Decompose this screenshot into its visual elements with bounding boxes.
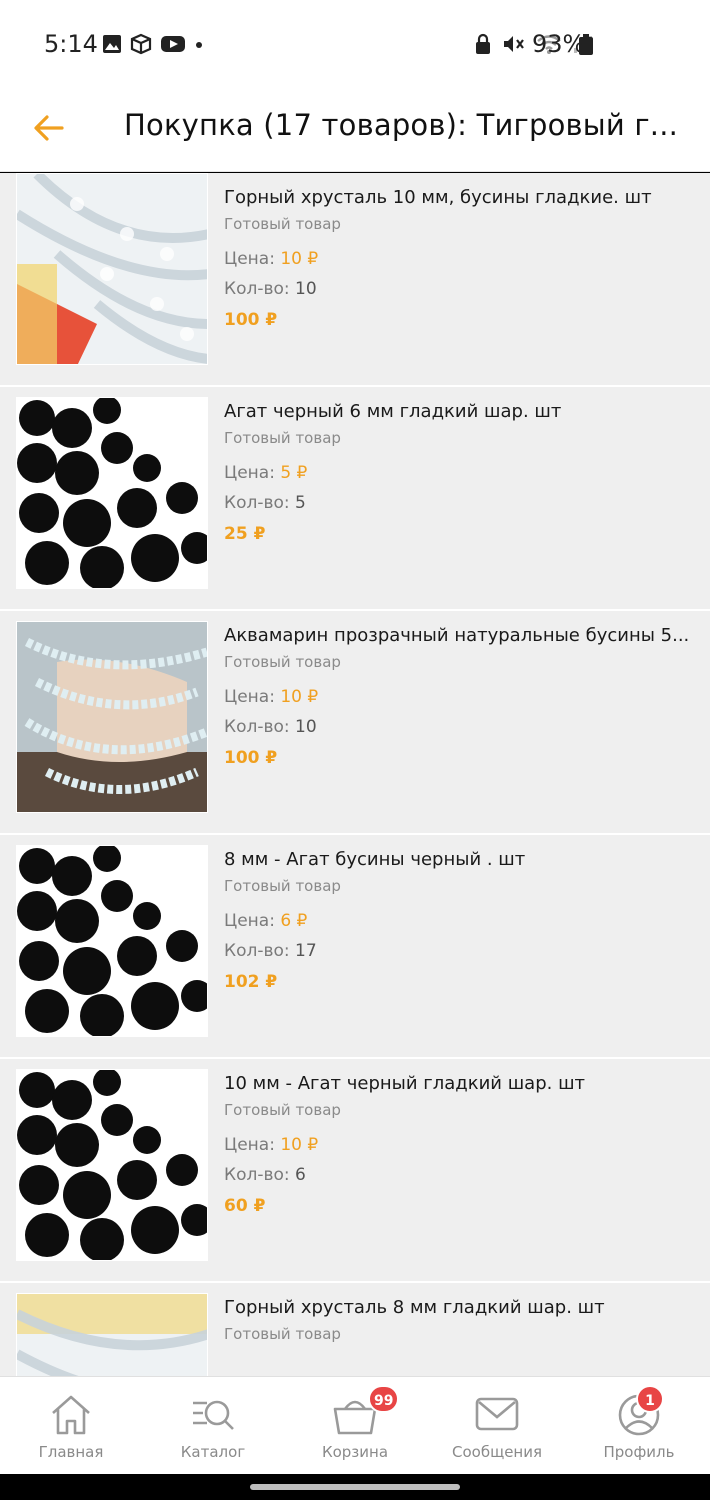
- product-image: [16, 173, 208, 365]
- profile-badge: 1: [636, 1385, 664, 1413]
- price-row: Цена: 5 ₽: [224, 458, 690, 488]
- dot-icon: [196, 42, 202, 48]
- tab-label: Сообщения: [451, 1443, 542, 1461]
- tab-label: Корзина: [321, 1443, 389, 1461]
- home-gesture-handle[interactable]: [250, 1484, 460, 1490]
- purchase-items-list[interactable]: Горный хрусталь 10 мм, бусины гладкие. ш…: [0, 173, 710, 1376]
- product-image: [16, 621, 208, 813]
- tab-label: Главная: [38, 1443, 104, 1461]
- price-value: 10 ₽: [280, 687, 319, 707]
- item-total: 100 ₽: [224, 748, 278, 768]
- price-label: Цена:: [224, 687, 275, 707]
- tab-profile[interactable]: 1 Профиль: [568, 1377, 710, 1474]
- tab-label: Профиль: [603, 1443, 675, 1461]
- status-bar: 5:14 93%: [0, 0, 710, 88]
- product-status: Готовый товар: [224, 215, 341, 233]
- price-value: 5 ₽: [280, 463, 308, 483]
- qty-row: Кол-во: 17: [224, 936, 690, 966]
- qty-value: 17: [295, 941, 317, 961]
- list-item[interactable]: Агат черный 6 мм гладкий шар. шт Готовый…: [0, 387, 710, 611]
- product-image: [16, 1069, 208, 1261]
- product-name: 10 мм - Агат черный гладкий шар. шт: [224, 1073, 586, 1094]
- price-row: Цена: 10 ₽: [224, 244, 690, 274]
- cart-badge: 99: [368, 1385, 400, 1413]
- status-time: 5:14: [44, 30, 98, 58]
- tab-cart[interactable]: 99 Корзина: [284, 1377, 426, 1474]
- back-button[interactable]: [28, 106, 72, 150]
- qty-value: 5: [295, 493, 306, 513]
- product-image: [16, 845, 208, 1037]
- qty-label: Кол-во:: [224, 1165, 290, 1185]
- tab-messages[interactable]: Сообщения: [426, 1377, 568, 1474]
- product-name: Агат черный 6 мм гладкий шар. шт: [224, 401, 562, 422]
- item-total: 102 ₽: [224, 972, 278, 992]
- product-status: Готовый товар: [224, 877, 341, 895]
- qty-label: Кол-во:: [224, 279, 290, 299]
- product-status: Готовый товар: [224, 1325, 341, 1343]
- item-total: 25 ₽: [224, 524, 266, 544]
- list-item[interactable]: 8 мм - Агат бусины черный . шт Готовый т…: [0, 835, 710, 1059]
- arrow-left-icon: [34, 115, 64, 141]
- product-image: [16, 1293, 208, 1376]
- package-icon: [130, 33, 152, 55]
- price-row: Цена: 10 ₽: [224, 682, 690, 712]
- qty-value: 10: [295, 279, 317, 299]
- price-label: Цена:: [224, 1135, 275, 1155]
- envelope-icon: [475, 1397, 519, 1431]
- item-total: 100 ₽: [224, 310, 278, 330]
- product-name: Горный хрусталь 10 мм, бусины гладкие. ш…: [224, 187, 652, 208]
- qty-value: 10: [295, 717, 317, 737]
- qty-row: Кол-во: 5: [224, 488, 690, 518]
- qty-row: Кол-во: 10: [224, 274, 690, 304]
- battery-icon: [579, 34, 593, 55]
- lock-icon: [476, 33, 490, 54]
- mute-icon: [504, 36, 524, 52]
- product-name: Горный хрусталь 8 мм гладкий шар. шт: [224, 1297, 605, 1318]
- qty-label: Кол-во:: [224, 941, 290, 961]
- page-title: Покупка (17 товаров): Тигровый г...: [124, 108, 679, 142]
- product-name: 8 мм - Агат бусины черный . шт: [224, 849, 526, 870]
- notification-icons: [102, 33, 204, 55]
- product-status: Готовый товар: [224, 1101, 341, 1119]
- bottom-tab-bar: Главная Каталог 99 Корзина Сообщения 1 П…: [0, 1376, 710, 1474]
- qty-row: Кол-во: 6: [224, 1160, 690, 1190]
- product-status: Готовый товар: [224, 653, 341, 671]
- price-label: Цена:: [224, 911, 275, 931]
- product-name: Аквамарин прозрачный натуральные бусины …: [224, 625, 690, 646]
- product-image: [16, 397, 208, 589]
- product-status: Готовый товар: [224, 429, 341, 447]
- list-item[interactable]: Горный хрусталь 8 мм гладкий шар. шт Гот…: [0, 1283, 710, 1376]
- tab-label: Каталог: [180, 1443, 246, 1461]
- list-item[interactable]: Аквамарин прозрачный натуральные бусины …: [0, 611, 710, 835]
- qty-row: Кол-во: 10: [224, 712, 690, 742]
- price-value: 10 ₽: [280, 1135, 319, 1155]
- price-label: Цена:: [224, 249, 275, 269]
- item-total: 60 ₽: [224, 1196, 266, 1216]
- tab-home[interactable]: Главная: [0, 1377, 142, 1474]
- system-nav-bar: [0, 1474, 710, 1500]
- list-item[interactable]: 10 мм - Агат черный гладкий шар. шт Гото…: [0, 1059, 710, 1283]
- tab-catalog[interactable]: Каталог: [142, 1377, 284, 1474]
- qty-label: Кол-во:: [224, 717, 290, 737]
- gallery-icon: [103, 35, 121, 53]
- list-item[interactable]: Горный хрусталь 10 мм, бусины гладкие. ш…: [0, 173, 710, 387]
- qty-value: 6: [295, 1165, 306, 1185]
- qty-label: Кол-во:: [224, 493, 290, 513]
- price-label: Цена:: [224, 463, 275, 483]
- home-icon: [52, 1395, 90, 1435]
- price-row: Цена: 10 ₽: [224, 1130, 690, 1160]
- youtube-icon: [161, 36, 185, 52]
- price-value: 10 ₽: [280, 249, 319, 269]
- price-value: 6 ₽: [280, 911, 308, 931]
- price-row: Цена: 6 ₽: [224, 906, 690, 936]
- app-bar: Покупка (17 товаров): Тигровый г...: [0, 88, 710, 172]
- catalog-search-icon: [193, 1400, 234, 1430]
